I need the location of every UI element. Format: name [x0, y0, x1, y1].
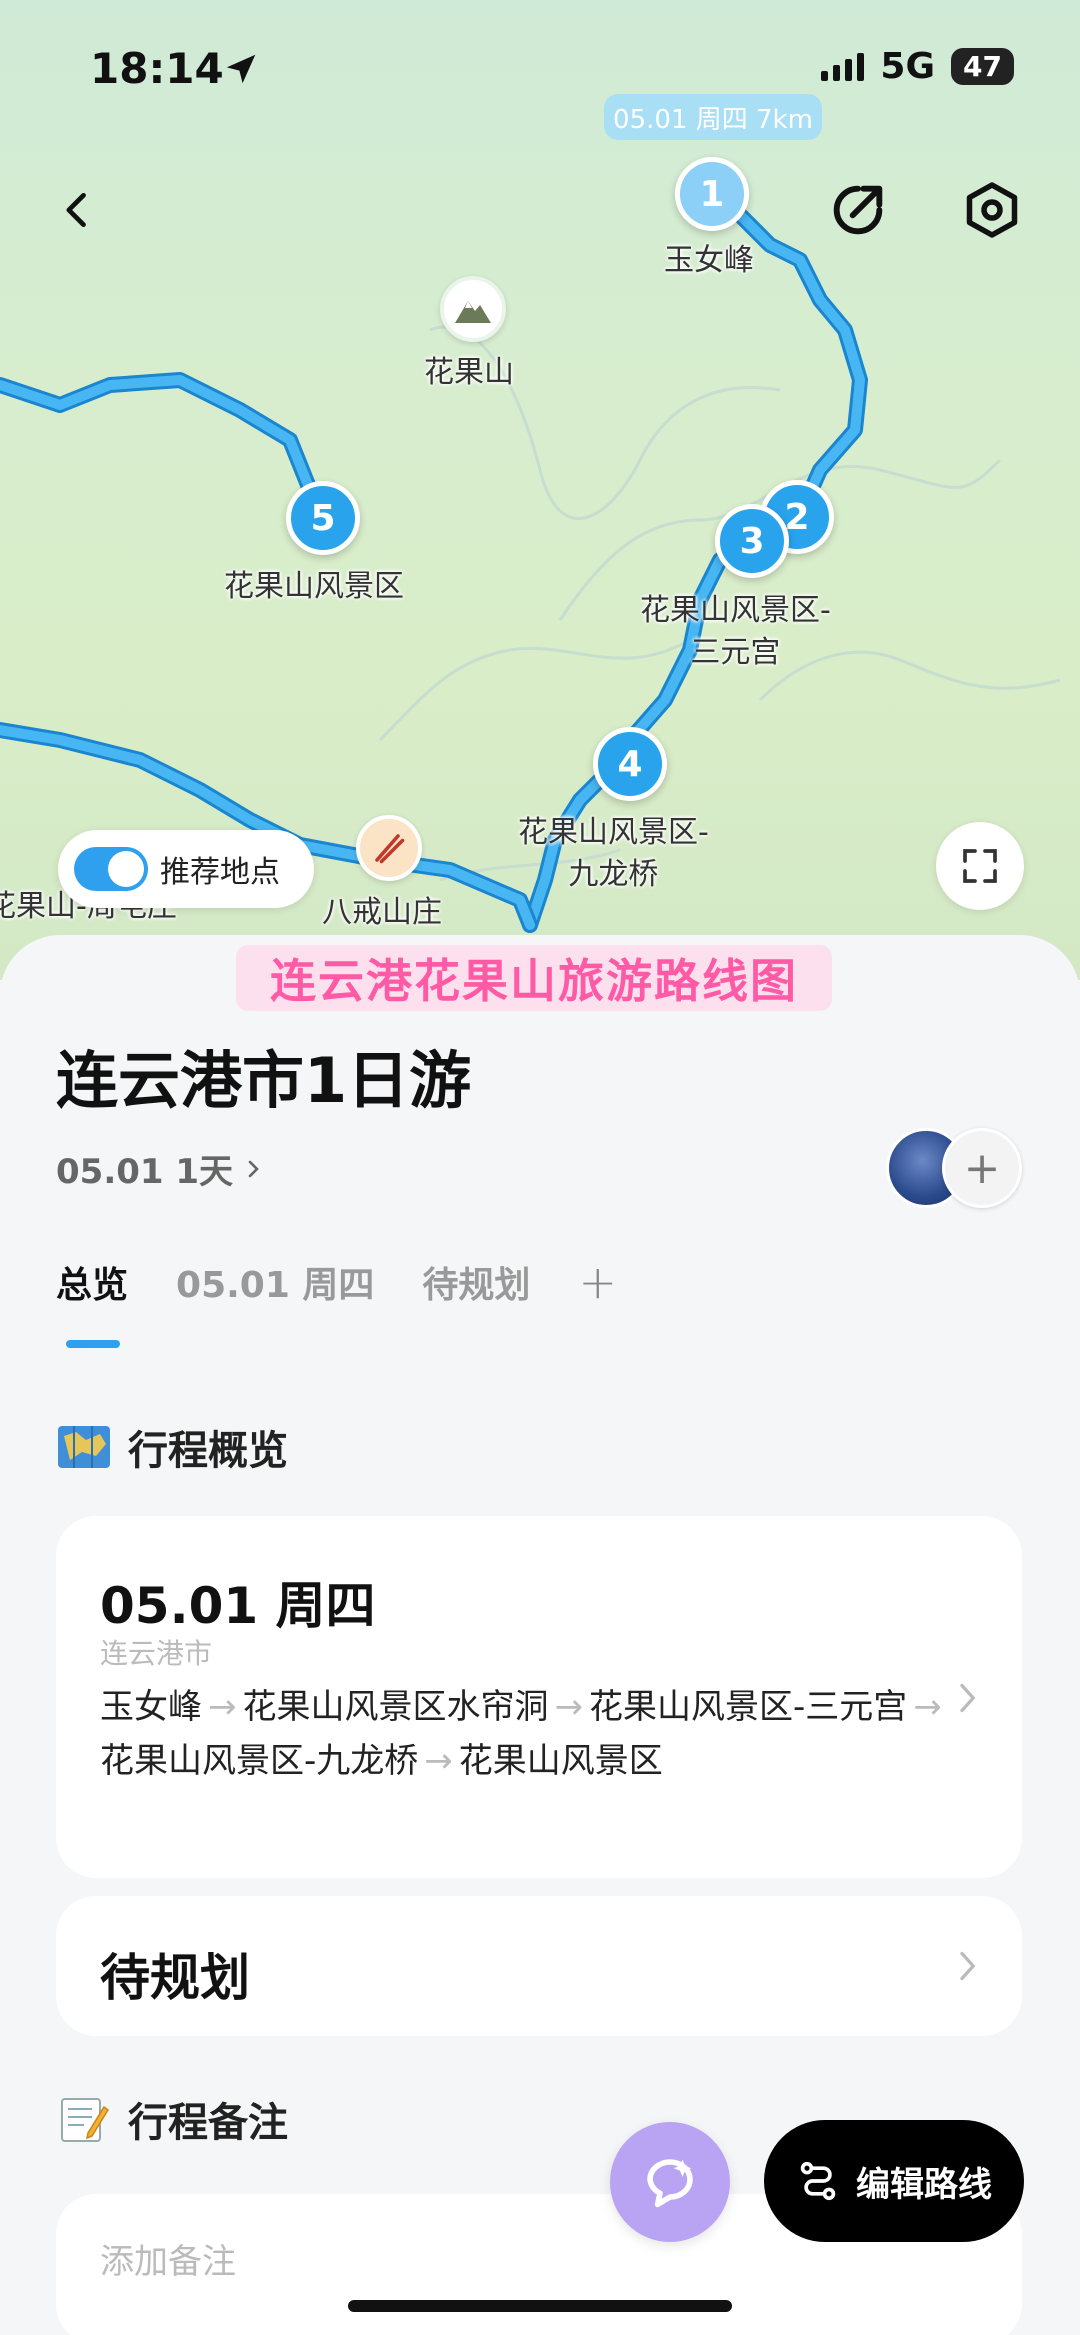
tab-pending[interactable]: 待规划	[422, 1256, 530, 1308]
battery-indicator: 47	[951, 48, 1014, 85]
route-marker-5[interactable]: 5	[286, 481, 360, 555]
share-arrow-icon	[833, 185, 883, 235]
overlay-banner: 连云港花果山旅游路线图	[236, 945, 832, 1011]
day-city: 连云港市	[100, 1637, 213, 1670]
poi-restaurant[interactable]	[356, 815, 422, 881]
add-member-button[interactable]: +	[942, 1128, 1022, 1208]
hexagon-settings-icon	[966, 182, 1018, 238]
share-button[interactable]	[818, 170, 898, 250]
back-button[interactable]	[38, 170, 118, 250]
chat-sparkle-icon	[647, 2159, 693, 2208]
route-marker-3[interactable]: 3	[715, 504, 789, 578]
route-stop: 花果山风景区水帘洞	[242, 1687, 549, 1727]
edit-route-button[interactable]: 编辑路线	[764, 2120, 1024, 2242]
trip-title: 连云港市1日游	[56, 1044, 472, 1117]
route-icon	[800, 2161, 836, 2201]
location-arrow-icon	[226, 54, 256, 84]
tab-indicator	[66, 1340, 120, 1348]
chevron-right-icon	[960, 1951, 976, 1981]
notes-heading-text: 行程备注	[128, 2100, 288, 2146]
route-marker-1[interactable]: 1	[675, 157, 749, 231]
tab-day-0501[interactable]: 05.01 周四	[176, 1256, 374, 1308]
edit-route-label: 编辑路线	[856, 2164, 992, 2205]
trip-meta-text: 05.01 1天	[56, 1152, 234, 1192]
route-stop: 花果山风景区-九龙桥	[100, 1741, 419, 1782]
route-marker-3-label: 花果山风景区- 三元宫	[640, 593, 831, 670]
mountain-icon	[455, 301, 491, 323]
map-icon	[56, 1419, 112, 1475]
route-summary-pill: 05.01 周四 7km	[604, 94, 822, 140]
arrow-right-icon: →	[554, 1687, 584, 1727]
status-time: 18:14	[90, 44, 224, 93]
route-marker-4-label: 花果山风景区- 九龙桥	[518, 815, 709, 892]
route-marker-1-label: 玉女峰	[664, 243, 754, 278]
day-date: 05.01 周四	[100, 1577, 376, 1635]
chevron-right-icon	[960, 1683, 976, 1713]
route-stop: 花果山风景区	[458, 1741, 663, 1782]
recommend-toggle-label: 推荐地点	[160, 855, 280, 890]
fullscreen-icon	[963, 849, 997, 883]
notes-heading: 行程备注	[56, 2090, 288, 2148]
ai-assistant-button[interactable]	[610, 2122, 730, 2242]
notes-placeholder[interactable]: 添加备注	[100, 2234, 236, 2283]
chevron-left-icon	[66, 192, 86, 228]
poi-mountain-label: 花果山	[424, 355, 514, 390]
home-indicator	[348, 2300, 732, 2312]
tab-bar: 总览 05.01 周四 待规划 +	[56, 1256, 617, 1308]
route-marker-4[interactable]: 4	[593, 727, 667, 801]
settings-button[interactable]	[952, 170, 1032, 250]
memo-icon	[56, 2091, 112, 2147]
poi-restaurant-label: 八戒山庄	[322, 895, 442, 930]
day-route: 玉女峰 → 花果山风景区水帘洞 → 花果山风景区-三元宫 →花果山风景区-九龙桥 → 花果山风…	[100, 1680, 960, 1789]
tab-overview[interactable]: 总览	[56, 1256, 128, 1308]
arrow-right-icon: →	[424, 1741, 453, 1782]
chopsticks-icon	[375, 834, 405, 864]
route-stop: 花果山风景区-三元宫	[589, 1687, 908, 1727]
signal-icon	[821, 52, 865, 81]
route-marker-5-label: 花果山风景区	[224, 569, 404, 604]
status-indicators: 5G 47	[821, 46, 1014, 87]
map-view[interactable]: 18:14 5G 47 05.01 周四 7km 1 玉女峰 2 3 花果山风景…	[0, 0, 1080, 980]
overview-heading: 行程概览	[56, 1418, 288, 1476]
trip-meta[interactable]: 05.01 1天	[56, 1144, 265, 1193]
overview-heading-text: 行程概览	[128, 1428, 288, 1474]
pending-plan-title: 待规划	[100, 1949, 250, 2007]
fullscreen-button[interactable]	[936, 822, 1024, 910]
day-summary-card[interactable]: 05.01 周四 连云港市 玉女峰 → 花果山风景区水帘洞 → 花果山风景区-三元宫 →花…	[56, 1516, 1022, 1878]
pending-plan-card[interactable]: 待规划	[56, 1896, 1022, 2036]
arrow-right-icon: →	[208, 1687, 237, 1727]
poi-mountain[interactable]	[440, 276, 506, 342]
add-tab-button[interactable]: +	[578, 1259, 617, 1305]
recommend-toggle[interactable]: 推荐地点	[58, 830, 314, 908]
chevron-right-icon	[248, 1160, 259, 1177]
route-stop: 玉女峰	[100, 1687, 202, 1727]
recommend-switch[interactable]	[74, 847, 148, 891]
network-type: 5G	[880, 46, 936, 87]
arrow-right-icon: →	[913, 1687, 942, 1727]
